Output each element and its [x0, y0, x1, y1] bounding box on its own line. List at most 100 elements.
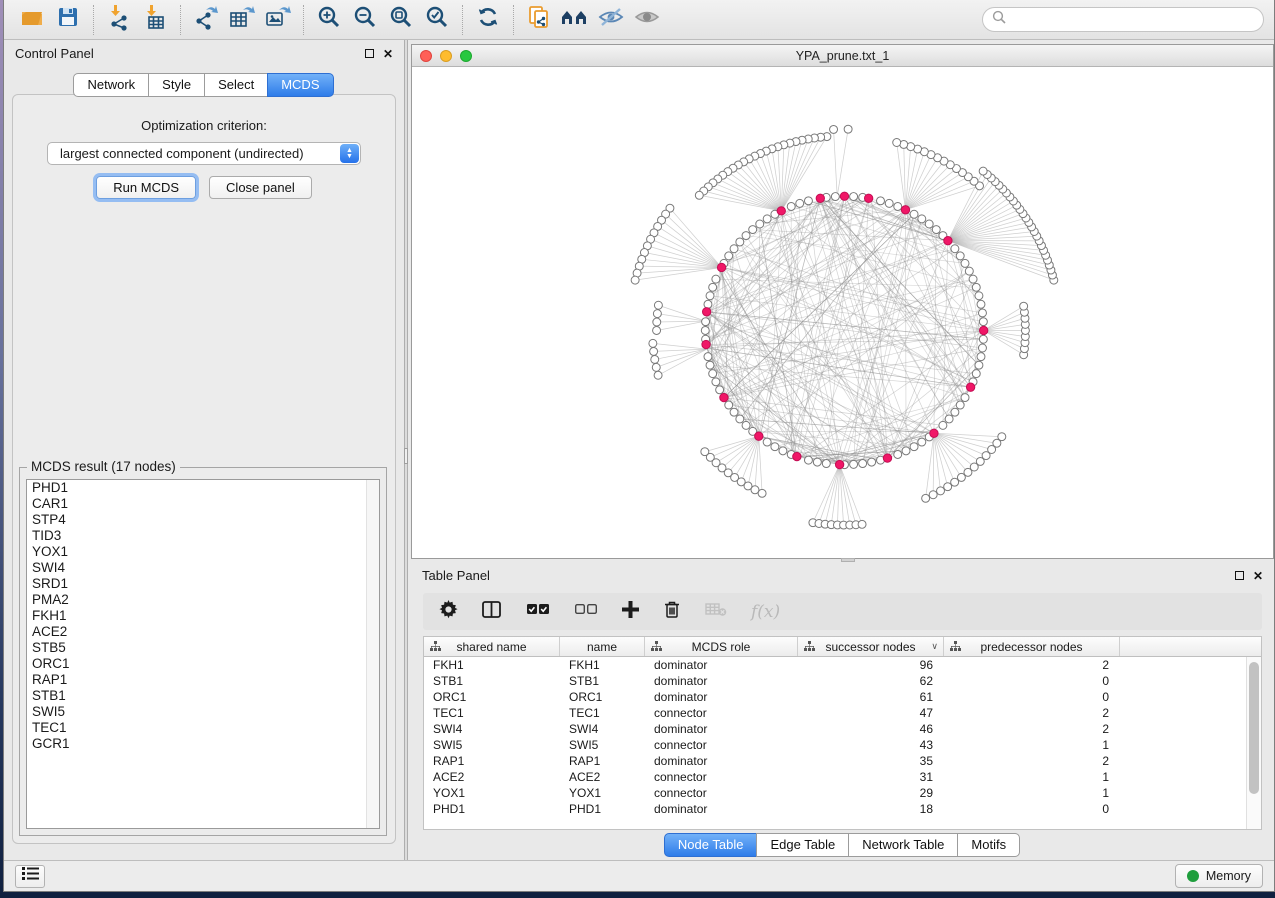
network-graph[interactable]: [412, 67, 1273, 555]
ring-node[interactable]: [771, 443, 779, 451]
mcds-hub-node[interactable]: [864, 194, 872, 202]
ring-node[interactable]: [742, 232, 750, 240]
ring-node[interactable]: [804, 197, 812, 205]
mcds-result-item[interactable]: TID3: [27, 528, 379, 544]
ring-node[interactable]: [877, 197, 885, 205]
mcds-result-item[interactable]: FKH1: [27, 608, 379, 624]
close-table-panel-icon[interactable]: ✕: [1253, 570, 1263, 582]
ring-node[interactable]: [972, 370, 980, 378]
leaf-node[interactable]: [653, 318, 661, 326]
mcds-hub-node[interactable]: [883, 454, 891, 462]
import-table-button[interactable]: [137, 4, 173, 36]
leaf-node[interactable]: [830, 125, 838, 133]
ring-node[interactable]: [706, 361, 714, 369]
ring-node[interactable]: [910, 210, 918, 218]
ring-node[interactable]: [709, 283, 717, 291]
table-columns-button[interactable]: [482, 601, 502, 623]
table-row[interactable]: RAP1RAP1dominator352: [424, 753, 1261, 769]
ring-node[interactable]: [925, 220, 933, 228]
leaf-node[interactable]: [858, 520, 866, 528]
cell-shared_name[interactable]: STB1: [424, 673, 560, 689]
float-panel-icon[interactable]: [365, 49, 374, 58]
cell-shared_name[interactable]: YOX1: [424, 785, 560, 801]
mcds-hub-node[interactable]: [702, 340, 710, 348]
open-button[interactable]: [14, 4, 50, 36]
ring-node[interactable]: [961, 259, 969, 267]
cell-shared_name[interactable]: ACE2: [424, 769, 560, 785]
cell-successor_nodes[interactable]: 62: [798, 673, 944, 689]
cell-successor_nodes[interactable]: 61: [798, 689, 944, 705]
leaf-node[interactable]: [929, 491, 937, 499]
select-all-button[interactable]: [526, 602, 550, 621]
ring-node[interactable]: [902, 447, 910, 455]
cell-successor_nodes[interactable]: 43: [798, 737, 944, 753]
export-table-button[interactable]: [224, 4, 260, 36]
run-mcds-button[interactable]: Run MCDS: [96, 176, 196, 199]
leaf-node[interactable]: [651, 355, 659, 363]
leaf-node[interactable]: [650, 347, 658, 355]
leaf-node[interactable]: [944, 483, 952, 491]
cell-name[interactable]: RAP1: [560, 753, 645, 769]
tab-select[interactable]: Select: [204, 73, 268, 97]
table-row[interactable]: ORC1ORC1dominator610: [424, 689, 1261, 705]
close-panel-button[interactable]: Close panel: [209, 176, 312, 199]
ring-node[interactable]: [712, 275, 720, 283]
export-image-button[interactable]: [260, 4, 296, 36]
leaf-node[interactable]: [631, 276, 639, 284]
ring-node[interactable]: [969, 275, 977, 283]
table-scrollbar[interactable]: [1246, 657, 1261, 829]
search-input[interactable]: [1007, 13, 1254, 27]
ring-node[interactable]: [975, 292, 983, 300]
cell-predecessor_nodes[interactable]: 2: [944, 753, 1120, 769]
cell-predecessor_nodes[interactable]: 2: [944, 705, 1120, 721]
ring-node[interactable]: [885, 199, 893, 207]
cell-shared_name[interactable]: RAP1: [424, 753, 560, 769]
cell-mcds_role[interactable]: dominator: [645, 753, 798, 769]
leaf-node[interactable]: [654, 301, 662, 309]
cell-name[interactable]: PHD1: [560, 801, 645, 817]
ring-node[interactable]: [725, 401, 733, 409]
ring-node[interactable]: [749, 226, 757, 234]
leaf-node[interactable]: [937, 487, 945, 495]
mcds-hub-node[interactable]: [966, 383, 974, 391]
cell-shared_name[interactable]: PHD1: [424, 801, 560, 817]
leaf-node[interactable]: [652, 363, 660, 371]
mcds-result-item[interactable]: PMA2: [27, 592, 379, 608]
leaf-node[interactable]: [844, 125, 852, 133]
mcds-result-item[interactable]: TEC1: [27, 720, 379, 736]
ring-node[interactable]: [977, 300, 985, 308]
table-row[interactable]: SWI4SWI4dominator462: [424, 721, 1261, 737]
ring-node[interactable]: [918, 215, 926, 223]
ring-node[interactable]: [850, 460, 858, 468]
ring-node[interactable]: [763, 438, 771, 446]
cell-predecessor_nodes[interactable]: 1: [944, 737, 1120, 753]
column-header-predecessor-nodes[interactable]: predecessor nodes: [944, 637, 1120, 656]
ring-node[interactable]: [756, 220, 764, 228]
ring-node[interactable]: [972, 283, 980, 291]
mcds-hub-node[interactable]: [777, 207, 785, 215]
ring-node[interactable]: [894, 450, 902, 458]
table-scrollbar-thumb[interactable]: [1249, 662, 1259, 794]
network-window-titlebar[interactable]: YPA_prune.txt_1: [412, 45, 1273, 67]
mcds-result-item[interactable]: SRD1: [27, 576, 379, 592]
column-header-name[interactable]: name: [560, 637, 645, 656]
cell-mcds_role[interactable]: connector: [645, 785, 798, 801]
ring-node[interactable]: [977, 353, 985, 361]
criterion-dropdown[interactable]: largest connected component (undirected)…: [47, 142, 361, 165]
ring-node[interactable]: [945, 415, 953, 423]
ring-node[interactable]: [712, 378, 720, 386]
cell-successor_nodes[interactable]: 96: [798, 657, 944, 673]
leaf-node[interactable]: [653, 310, 661, 318]
cell-name[interactable]: SWI4: [560, 721, 645, 737]
import-network-button[interactable]: [101, 4, 137, 36]
leaf-node[interactable]: [649, 339, 657, 347]
export-network-button[interactable]: [188, 4, 224, 36]
mcds-result-item[interactable]: PHD1: [27, 480, 379, 496]
ring-node[interactable]: [736, 238, 744, 246]
mcds-hub-node[interactable]: [930, 429, 938, 437]
tab-style[interactable]: Style: [148, 73, 205, 97]
ring-node[interactable]: [956, 401, 964, 409]
mcds-result-item[interactable]: CAR1: [27, 496, 379, 512]
cell-mcds_role[interactable]: dominator: [645, 721, 798, 737]
cell-mcds_role[interactable]: dominator: [645, 657, 798, 673]
